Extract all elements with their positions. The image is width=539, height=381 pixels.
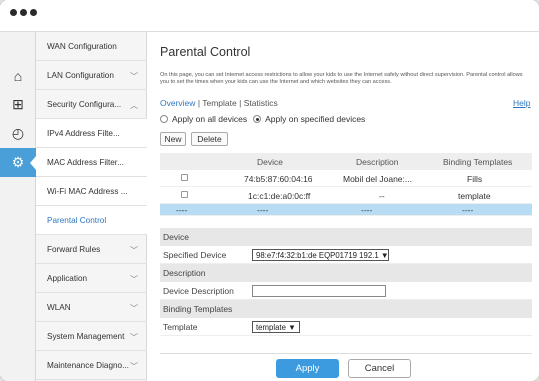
sidebar-item-label: IPv4 Address Filte... <box>47 128 120 138</box>
sidebar-item-label: WAN Configuration <box>47 41 117 51</box>
browser-window: ⌂ ⊞ ◴ ⚙ WAN Configuration LAN Configurat… <box>0 0 539 381</box>
sidebar-item-forward-rules[interactable]: Forward Rules ﹀ <box>36 235 147 264</box>
icon-rail: ⌂ ⊞ ◴ ⚙ <box>0 32 36 381</box>
chevron-down-icon: ﹀ <box>130 72 138 81</box>
sidebar-item-ipv4-address-filter[interactable]: IPv4 Address Filte... <box>36 119 147 148</box>
row-description: ---- <box>361 205 373 215</box>
sidebar-item-label: Parental Control <box>47 215 107 225</box>
add-icon[interactable]: ⊞ <box>0 90 36 119</box>
chevron-down-icon: ﹀ <box>130 333 138 342</box>
device-description-label: Device Description <box>163 285 234 296</box>
window-titlebar <box>0 0 539 32</box>
sidebar-item-application[interactable]: Application ﹀ <box>36 264 147 293</box>
chevron-down-icon: ﹀ <box>130 304 138 313</box>
specified-device-label: Specified Device <box>163 249 227 260</box>
sidebar-item-wlan[interactable]: WLAN ﹀ <box>36 293 147 322</box>
sidebar-item-label: MAC Address Filter... <box>47 157 124 167</box>
tab-bar: Overview | Template | Statistics <box>160 98 278 108</box>
device-description-input[interactable] <box>252 285 386 297</box>
main-content: Parental Control On this page, you can s… <box>147 32 539 381</box>
sidebar-item-mac-address-filter[interactable]: MAC Address Filter... <box>36 148 147 177</box>
column-header-description: Description <box>356 157 399 167</box>
sidebar-item-wan-configuration[interactable]: WAN Configuration <box>36 32 147 61</box>
row-description: Mobil del Joane:... <box>343 174 412 184</box>
sidebar-item-maintenance-diagnosis[interactable]: Maintenance Diagno... ﹀ <box>36 351 147 380</box>
row-device: ---- <box>257 205 269 215</box>
chevron-up-icon: ︿ <box>130 101 138 110</box>
tab-separator: | <box>197 98 201 108</box>
sidebar-item-lan-configuration[interactable]: LAN Configuration ﹀ <box>36 61 147 90</box>
row-device: 1c:c1:de:a0:0c:ff <box>248 191 311 201</box>
chevron-down-icon: ﹀ <box>130 246 138 255</box>
sidebar-item-wifi-mac-address[interactable]: Wi-Fi MAC Address ... <box>36 177 147 206</box>
tab-overview[interactable]: Overview <box>160 98 195 108</box>
apply-button[interactable]: Apply <box>276 359 339 378</box>
tab-template[interactable]: Template <box>202 98 237 108</box>
apply-specified-label: Apply on specified devices <box>265 114 366 124</box>
sidebar-item-label: System Management <box>47 331 125 341</box>
tab-statistics[interactable]: Statistics <box>244 98 278 108</box>
table-row[interactable]: 74:b5:87:60:04:16 Mobil del Joane:... Fi… <box>160 170 532 187</box>
column-header-device: Device <box>257 157 283 167</box>
apply-all-label: Apply on all devices <box>172 114 248 124</box>
template-row: Template <box>160 318 532 336</box>
column-header-binding: Binding Templates <box>443 157 513 167</box>
sidebar-menu: WAN Configuration LAN Configuration ﹀ Se… <box>36 32 147 381</box>
template-select[interactable]: template ▼ <box>252 321 300 333</box>
home-icon[interactable]: ⌂ <box>0 61 36 90</box>
sidebar-item-label: Forward Rules <box>47 244 101 254</box>
apply-specified-radio[interactable] <box>253 115 262 123</box>
row-device: 74:b5:87:60:04:16 <box>244 174 313 184</box>
specified-device-select[interactable]: 98:e7:f4:32:b1:de EQP01719 192.1 ▼ <box>252 249 389 261</box>
sidebar-item-security-configuration[interactable]: Security Configura... ︿ <box>36 90 147 119</box>
template-label: Template <box>163 321 198 332</box>
table-header: Device Description Binding Templates <box>160 153 532 170</box>
help-link[interactable]: Help <box>513 98 530 108</box>
divider <box>160 353 532 354</box>
sidebar-item-label: LAN Configuration <box>47 70 114 80</box>
new-button[interactable]: New <box>160 132 186 146</box>
sidebar-item-label: Maintenance Diagno... <box>47 360 129 370</box>
section-description: Description <box>160 264 532 282</box>
cancel-button[interactable]: Cancel <box>348 359 411 378</box>
sidebar-item-label: Security Configura... <box>47 99 122 109</box>
window-dot-icon[interactable] <box>10 9 17 16</box>
gauge-icon[interactable]: ◴ <box>0 119 36 148</box>
row-checkbox[interactable] <box>181 174 188 181</box>
table-row[interactable]: 1c:c1:de:a0:0c:ff -- template <box>160 187 532 204</box>
intro-text: On this page, you can set Internet acces… <box>160 72 523 86</box>
sidebar-item-parental-control[interactable]: Parental Control <box>36 206 147 235</box>
row-binding: ---- <box>462 205 474 215</box>
delete-button[interactable]: Delete <box>191 132 228 146</box>
apply-all-radio[interactable] <box>160 115 168 123</box>
section-device: Device <box>160 228 532 246</box>
chevron-down-icon: ﹀ <box>130 275 138 284</box>
window-dot-icon[interactable] <box>20 9 27 16</box>
row-binding: template <box>458 191 491 201</box>
table-row-selected[interactable]: ---- ---- ---- ---- <box>160 204 532 216</box>
row-checkbox[interactable] <box>181 191 188 198</box>
sidebar-item-label: Wi-Fi MAC Address ... <box>47 186 128 196</box>
sidebar-item-label: WLAN <box>47 302 71 312</box>
row-check-placeholder: ---- <box>176 205 188 215</box>
page-title: Parental Control <box>160 45 251 59</box>
sidebar-item-system-management[interactable]: System Management ﹀ <box>36 322 147 351</box>
window-dot-icon[interactable] <box>30 9 37 16</box>
chevron-down-icon: ﹀ <box>130 362 138 371</box>
apply-mode-group: Apply on all devices Apply on specified … <box>160 114 365 124</box>
row-description: -- <box>379 191 385 201</box>
sidebar-item-label: Application <box>47 273 88 283</box>
tab-separator: | <box>239 98 242 108</box>
row-binding: Fills <box>467 174 483 184</box>
section-binding-templates: Binding Templates <box>160 300 532 318</box>
